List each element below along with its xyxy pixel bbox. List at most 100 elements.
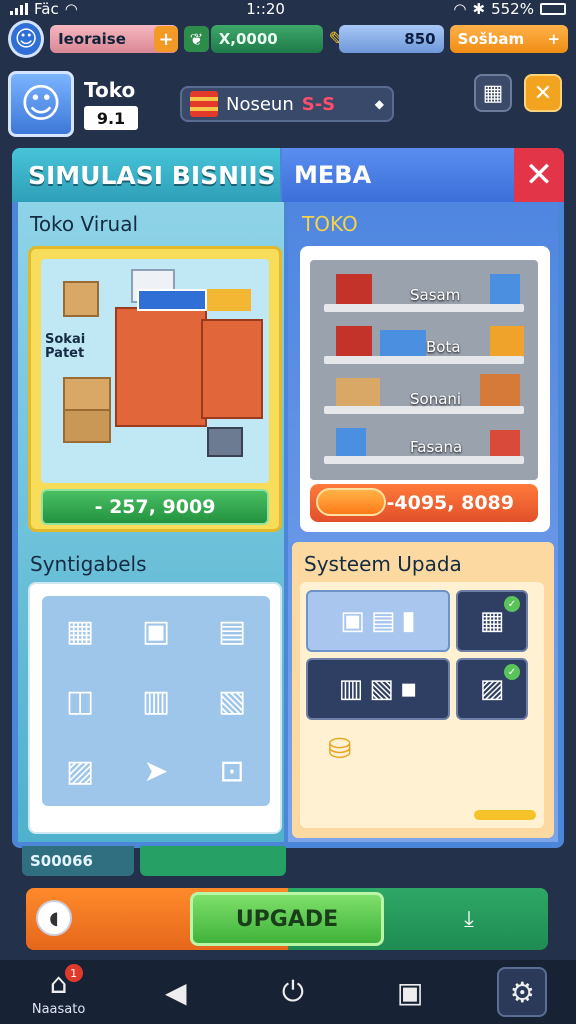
shop-scene-image: Sokai Patet xyxy=(41,259,269,483)
wifi-icon-right: ◠ xyxy=(453,0,467,18)
tab-meba[interactable]: MEBA xyxy=(282,148,514,202)
product-icon xyxy=(480,374,520,406)
right-column: TOKO Sasam Bota Sonani Fasana -4095, 808… xyxy=(288,202,558,842)
battery-icon xyxy=(539,3,566,15)
small-status-bar: S00066 xyxy=(22,846,286,876)
product-icon xyxy=(336,274,372,304)
nav-home[interactable]: ⌂ 1 Naasato xyxy=(29,962,89,1022)
battery-percent: 552% xyxy=(491,0,534,18)
upgrade-slots: ▣ ▤ ▮ ▦ ✓ ▥ ▧ ▪ ▨ ✓ ⛁ xyxy=(300,582,544,828)
packages-icon[interactable]: ▤ xyxy=(218,614,246,649)
clock: 1::20 xyxy=(246,0,285,18)
shop-selector-label: Noseun xyxy=(226,93,294,115)
trolley-icon[interactable]: ⊡ xyxy=(219,754,244,789)
tab-simulasi-bisnis[interactable]: SIMULASI BISNIIS xyxy=(12,148,280,202)
can-icon: ▮ xyxy=(401,606,416,636)
resource-bar: ☺ Ieoraise + ❦ X,0000 ✎ 850 Sošbam + xyxy=(8,20,569,58)
right-section-title: TOKO xyxy=(302,212,358,236)
grid-icon: ▦ xyxy=(482,80,504,106)
product-icon xyxy=(490,430,520,456)
nav-back[interactable]: ◀ xyxy=(146,962,206,1022)
virtual-shop-card[interactable]: Sokai Patet - 257, 9009 xyxy=(28,246,282,532)
add-orange-button[interactable]: + xyxy=(547,30,560,48)
close-top-button[interactable]: ✕ xyxy=(524,74,562,112)
leaf-icon: ❦ xyxy=(184,26,209,52)
shelf-label-2: Bota xyxy=(426,338,461,356)
fire-box-icon: ▣ xyxy=(340,606,365,636)
cart-icon xyxy=(207,427,243,457)
player-name: Toko xyxy=(84,78,136,102)
cursor-icon[interactable]: ➤ xyxy=(143,754,168,789)
player-level: 9.1 xyxy=(84,106,138,130)
small-status-green xyxy=(140,846,286,876)
crate-icon: ▦ xyxy=(479,606,505,636)
shelf-label-4: Fasana xyxy=(410,438,463,456)
product-icon xyxy=(490,274,520,304)
slider-knob[interactable] xyxy=(316,488,386,516)
red-box-icon[interactable]: ▥ xyxy=(142,684,170,719)
left-column: Toko Virual Sokai Patet - 257, 9009 Synt… xyxy=(18,202,284,842)
toko-price-slider[interactable]: -4095, 8089 xyxy=(310,484,538,522)
box-icon[interactable]: ▣ xyxy=(142,614,170,649)
check-badge-icon: ✓ xyxy=(504,664,520,680)
resource-orange[interactable]: Sošbam + xyxy=(449,25,569,53)
shelf xyxy=(324,356,524,364)
product-icon xyxy=(336,428,366,456)
shop-selector-code: S-S xyxy=(301,93,336,115)
avatar[interactable]: ☺ xyxy=(8,71,74,137)
grid-menu-button[interactable]: ▦ xyxy=(474,74,512,112)
power-icon: ⏻ xyxy=(281,975,305,1008)
download-icon[interactable]: ⤓ xyxy=(456,906,482,932)
yellow-box-icon[interactable]: ▨ xyxy=(66,754,94,789)
wifi-icon: ◠ xyxy=(64,0,78,18)
action-bar: ◖ UPGADE ⤓ xyxy=(26,888,548,950)
upgrade-slot-1[interactable]: ▣ ▤ ▮ xyxy=(306,590,450,652)
shop-scene-label: Sokai Patet xyxy=(45,332,86,361)
product-icon xyxy=(336,378,380,406)
avatar-small[interactable]: ☺ xyxy=(8,20,45,58)
notification-badge: 1 xyxy=(64,964,83,982)
coin-stack-icon[interactable]: ⛁ xyxy=(328,732,351,765)
bottom-nav: ⌂ 1 Naasato ◀ ⏻ ▣ ⚙ xyxy=(0,960,576,1024)
shelf-scene-image: Sasam Bota Sonani Fasana xyxy=(310,260,538,480)
gear-icon: ⚙ xyxy=(509,975,535,1009)
shop-selector[interactable]: Noseun S-S ◆ xyxy=(180,86,394,122)
left-systems-card: ▦ ▣ ▤ ◫ ▥ ▧ ▨ ➤ ⊡ xyxy=(28,582,282,834)
toko-price-value: -4095, 8089 xyxy=(386,492,514,514)
cart-icon[interactable]: ▧ xyxy=(218,684,246,719)
nav-home-label: Naasato xyxy=(31,1002,86,1017)
shelf-label-1: Sasam xyxy=(410,286,461,304)
stall-icon xyxy=(115,307,207,427)
upgrade-slot-3[interactable]: ▥ ▧ ▪ xyxy=(306,658,450,720)
main-panel: SIMULASI BISNIIS MEBA ✕ Toko Virual Soka… xyxy=(12,148,564,848)
resource-pink-label: Ieoraise xyxy=(58,30,126,48)
upgrade-slot-2[interactable]: ▦ ✓ xyxy=(456,590,528,652)
green-box-icon: ▥ xyxy=(338,674,364,704)
product-icon xyxy=(380,330,426,356)
white-box-icon[interactable]: ◫ xyxy=(66,684,94,719)
small-status-label: S00066 xyxy=(22,846,134,876)
product-icon xyxy=(336,326,372,356)
shop-price-button[interactable]: - 257, 9009 xyxy=(41,489,269,525)
left-section-title: Toko Virual xyxy=(30,212,139,236)
shelf-label-3: Sonani xyxy=(410,390,462,408)
mouse-icon[interactable]: ◖ xyxy=(36,900,72,936)
carrier-label: Fäc xyxy=(34,0,59,18)
toko-card[interactable]: Sasam Bota Sonani Fasana -4095, 8089 xyxy=(300,246,550,532)
calendar-icon: ▣ xyxy=(396,975,424,1009)
shelf xyxy=(324,456,524,464)
resource-blue-value: 850 xyxy=(339,25,444,53)
shop-box-icon: ▨ xyxy=(479,674,505,704)
close-panel-button[interactable]: ✕ xyxy=(514,148,564,202)
add-resource-button[interactable]: + xyxy=(153,26,179,52)
nav-power[interactable]: ⏻ xyxy=(263,962,323,1022)
profile-bar: ☺ Toko 9.1 Noseun S-S ◆ ▦ ✕ xyxy=(8,68,568,140)
blue-box-icon: ▤ xyxy=(370,606,396,636)
nav-calendar[interactable]: ▣ xyxy=(380,962,440,1022)
nav-settings[interactable]: ⚙ xyxy=(497,967,548,1017)
progress-bar xyxy=(474,810,536,820)
upgrade-button[interactable]: UPGADE xyxy=(190,892,384,946)
upgrade-slot-4[interactable]: ▨ ✓ xyxy=(456,658,528,720)
check-badge-icon: ✓ xyxy=(504,596,520,612)
green-crate-icon[interactable]: ▦ xyxy=(66,614,94,649)
